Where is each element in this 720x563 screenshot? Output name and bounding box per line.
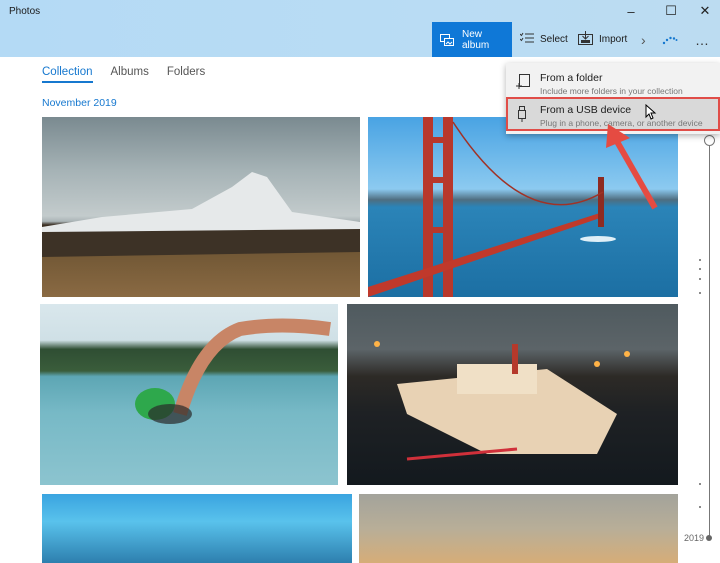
tab-collection[interactable]: Collection bbox=[42, 66, 93, 83]
mountain-shape bbox=[42, 172, 360, 257]
minimize-button[interactable]: – bbox=[616, 2, 646, 20]
timeline-marker bbox=[699, 278, 701, 280]
swimmer-photo[interactable] bbox=[40, 304, 338, 485]
app-title: Photos bbox=[9, 6, 41, 17]
timeline-end-marker bbox=[706, 535, 712, 541]
menu-item-title: From a folder bbox=[540, 72, 603, 84]
date-heading: November 2019 bbox=[42, 97, 117, 109]
swimmer-shape bbox=[135, 318, 331, 424]
usb-icon bbox=[516, 106, 530, 122]
timeline-marker bbox=[699, 506, 701, 508]
mouse-cursor-icon bbox=[645, 104, 657, 120]
import-button[interactable]: Import bbox=[578, 22, 627, 57]
boat-shape bbox=[374, 341, 630, 461]
annotation-arrow bbox=[606, 124, 658, 210]
timeline-marker bbox=[699, 259, 701, 261]
select-button[interactable]: Select bbox=[519, 22, 568, 57]
nav-tabs: Collection Albums Folders bbox=[42, 66, 205, 83]
menu-item-from-folder[interactable]: From a folder Include more folders in yo… bbox=[506, 66, 720, 99]
new-album-button[interactable]: New album bbox=[432, 22, 512, 57]
tab-folders[interactable]: Folders bbox=[167, 66, 205, 83]
select-label: Select bbox=[540, 34, 568, 45]
mountain-photo[interactable] bbox=[42, 117, 360, 297]
loading-spinner-icon bbox=[662, 22, 678, 57]
timeline-year-label: 2019 bbox=[684, 533, 705, 543]
timeline-marker bbox=[699, 483, 701, 485]
riverboat-photo[interactable] bbox=[347, 304, 678, 485]
timeline-marker bbox=[699, 268, 701, 270]
new-album-icon bbox=[440, 33, 454, 46]
timeline-marker bbox=[699, 292, 701, 294]
menu-item-subtitle: Include more folders in your collection bbox=[540, 86, 683, 96]
import-icon bbox=[578, 31, 593, 48]
close-button[interactable]: ✕ bbox=[690, 2, 720, 20]
new-album-label: New album bbox=[462, 28, 490, 51]
timeline-scrubber[interactable] bbox=[709, 145, 710, 538]
underwater-photo[interactable] bbox=[42, 494, 352, 563]
import-label: Import bbox=[599, 34, 628, 45]
chevron-right-icon[interactable]: › bbox=[641, 22, 646, 57]
select-list-icon bbox=[519, 32, 534, 47]
tab-albums[interactable]: Albums bbox=[111, 66, 149, 83]
add-folder-icon bbox=[516, 74, 530, 90]
more-options-button[interactable]: … bbox=[695, 22, 709, 57]
sunset-photo[interactable] bbox=[359, 494, 678, 563]
timeline-handle[interactable] bbox=[704, 135, 715, 146]
maximize-button[interactable]: ☐ bbox=[656, 2, 686, 20]
menu-item-title: From a USB device bbox=[540, 104, 632, 116]
